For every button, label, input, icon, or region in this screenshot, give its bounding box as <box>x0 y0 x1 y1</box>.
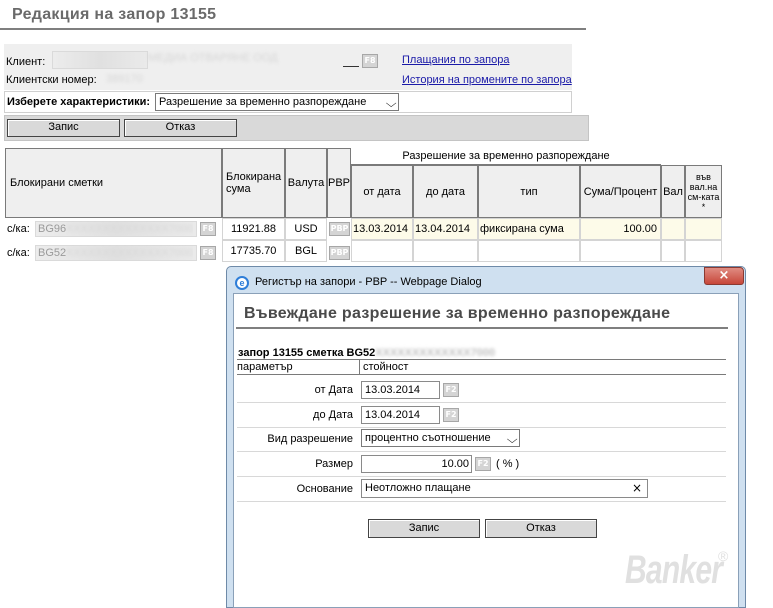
save-button[interactable]: Запис <box>7 119 120 137</box>
page-title: Редакция на запор 13155 <box>12 6 217 23</box>
header-type: тип <box>478 165 580 218</box>
row-separator <box>237 476 726 477</box>
cancel-button[interactable]: Отказ <box>124 119 237 137</box>
row2-pbp-button[interactable]: PBP <box>329 246 350 260</box>
size-input[interactable]: 10.00 <box>361 455 472 473</box>
header-bottom-line <box>237 374 726 375</box>
row-separator <box>237 427 726 428</box>
close-icon: × <box>718 268 730 283</box>
size-unit: ( % ) <box>496 458 520 470</box>
dialog-save-button[interactable]: Запис <box>368 519 480 538</box>
to-date-button[interactable]: F2 <box>443 408 459 422</box>
close-button[interactable]: × <box>704 267 744 285</box>
row1-to-date: 13.04.2014 <box>413 218 478 240</box>
row-separator <box>237 402 726 403</box>
row1-prefix: с/ка: <box>7 223 30 235</box>
size-button[interactable]: F2 <box>475 457 491 471</box>
size-label: Размер <box>315 458 353 470</box>
row1-type: фиксирана сума <box>478 218 580 240</box>
header-currency: Валута <box>285 148 327 218</box>
to-date-input[interactable]: 13.04.2014 <box>361 406 440 424</box>
dialog-title: Регистър на запори - PBP -- Webpage Dial… <box>255 276 482 288</box>
row1-sum-percent: 100.00 <box>580 218 661 240</box>
client-number-value: 389170 <box>106 73 143 85</box>
from-date-button[interactable]: F2 <box>443 383 459 397</box>
kind-label: Вид разрешение <box>267 433 353 445</box>
reason-input[interactable]: Неотложно плащане × <box>361 479 648 498</box>
row2-val <box>661 240 685 262</box>
row1-account-tail: XXXXXXXXXXXXXX7000 <box>66 223 194 235</box>
row2-account-tail: XXXXXXXXXXXXXX7000 <box>66 247 194 259</box>
row1-blocked-sum: 11921.88 <box>222 218 285 240</box>
client-field[interactable]: МЕДИА ОТВАРЯНЕ ООД <box>148 52 342 68</box>
browser-icon: e <box>235 276 249 290</box>
header-separator <box>359 359 360 374</box>
dialog-cancel-button[interactable]: Отказ <box>485 519 597 538</box>
row2-from-date <box>351 240 413 262</box>
row2-in-currency <box>685 240 722 262</box>
row1-account: BG96 <box>38 223 67 235</box>
payments-link[interactable]: Плащания по запора <box>402 54 509 66</box>
client-number-label: Клиентски номер: <box>6 74 97 86</box>
chevron-down-icon: ⌵ <box>385 97 397 110</box>
header-from-date: от дата <box>351 165 413 218</box>
row1-val <box>661 218 685 240</box>
kind-select[interactable]: процентно съотношение ⌵ <box>361 429 520 447</box>
dialog-heading: Въвеждане разрешение за временно разпоре… <box>244 305 671 322</box>
characteristics-label: Изберете характеристики: <box>7 96 151 108</box>
clear-icon[interactable]: × <box>632 480 642 497</box>
banker-watermark: Banker <box>625 548 723 592</box>
dialog-divider <box>236 327 728 329</box>
row2-account: BG52 <box>38 247 67 259</box>
row2-prefix: с/ка: <box>7 247 30 259</box>
header-sum-percent: Сума/Процент <box>580 165 661 218</box>
row1-in-currency <box>685 218 722 240</box>
client-field-underline <box>343 66 359 67</box>
title-divider <box>0 28 586 30</box>
client-field-left[interactable] <box>52 51 148 69</box>
row2-type <box>478 240 580 262</box>
from-date-label: от Дата <box>314 384 353 396</box>
history-link[interactable]: История на промените по запора <box>402 74 572 86</box>
header-val: Вал <box>661 165 685 218</box>
header-accounts: Блокирани сметки <box>5 148 222 218</box>
row2-sum-percent <box>580 240 661 262</box>
column-value-header: стойност <box>363 361 409 373</box>
header-top-line <box>237 359 726 360</box>
row2-currency: BGL <box>285 240 327 262</box>
header-group: Разрешение за временно разпореждане <box>351 148 661 165</box>
row1-account-button[interactable]: F8 <box>200 222 216 236</box>
client-label: Клиент: <box>6 56 46 68</box>
row-separator <box>237 501 726 502</box>
reason-label: Основание <box>296 483 353 495</box>
row1-from-date: 13.03.2014 <box>351 218 413 240</box>
row1-currency: USD <box>285 218 327 240</box>
column-param-header: параметър <box>237 361 293 373</box>
chevron-down-icon: ⌵ <box>506 433 518 446</box>
row1-pbp-button[interactable]: PBP <box>329 222 350 236</box>
header-pbp: PBP <box>327 148 351 218</box>
header-blocked-sum: Блокирана сума <box>222 148 285 218</box>
client-search-button[interactable]: F8 <box>362 54 378 68</box>
registered-mark: ® <box>718 548 729 564</box>
header-to-date: до дата <box>413 165 478 218</box>
row2-to-date <box>413 240 478 262</box>
to-date-label: до Дата <box>313 409 353 421</box>
row2-account-button[interactable]: F8 <box>200 246 216 260</box>
row-separator <box>237 451 726 452</box>
row2-blocked-sum: 17735.70 <box>222 240 285 262</box>
header-in-currency: във вал.на см-ката * <box>685 165 722 218</box>
from-date-input[interactable]: 13.03.2014 <box>361 381 440 399</box>
characteristics-select[interactable]: Разрешение за временно разпореждане ⌵ <box>155 93 399 111</box>
dialog-subtitle: запор 13155 сметка BG52XXXXXXXXXXXXX7000 <box>238 347 496 359</box>
